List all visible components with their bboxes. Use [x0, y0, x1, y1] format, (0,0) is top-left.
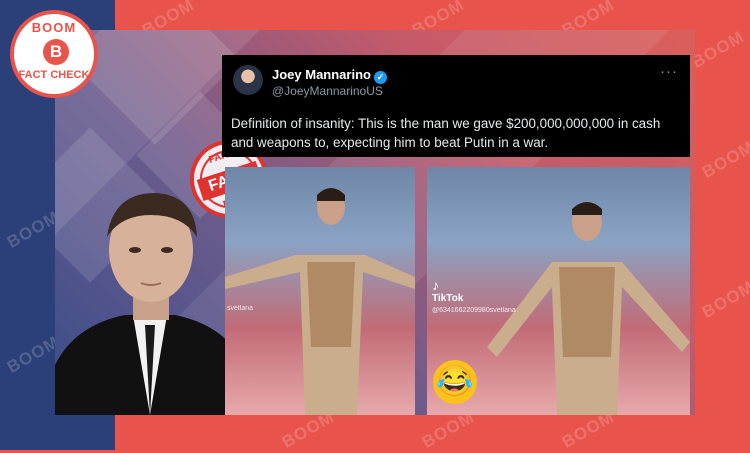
boom-fact-check-logo: BOOM B FACT CHECK	[10, 10, 98, 98]
video-still-left[interactable]: svetlana	[225, 167, 415, 415]
tweet-author-name-row[interactable]: Joey Mannarino ✓	[272, 67, 387, 84]
tweet-author-avatar[interactable]	[233, 65, 263, 95]
more-options-icon[interactable]: ···	[660, 63, 678, 80]
tweet-author-name[interactable]: Joey Mannarino	[272, 67, 371, 82]
tweet-text: Definition of insanity: This is the man …	[231, 116, 661, 150]
logo-b-icon: B	[43, 39, 69, 65]
video-still-right[interactable]: ♪ TikTok @6341662209980svetlana 😂	[427, 167, 690, 415]
tiktok-handle: @6341662209980svetlana	[432, 307, 516, 314]
tiktok-handle-left: svetlana	[227, 305, 254, 312]
laughing-face-icon: 😂	[433, 360, 477, 404]
tiktok-watermark: ♪ TikTok	[432, 277, 463, 304]
tweet-card[interactable]: Joey Mannarino ✓ @JoeyMannarinoUS ··· Def…	[222, 55, 690, 157]
tiktok-icon: ♪	[432, 277, 439, 293]
performer-figure-left	[225, 188, 415, 415]
verified-badge-icon: ✓	[373, 71, 387, 84]
tweet-author-handle[interactable]: @JoeyMannarinoUS	[272, 84, 383, 98]
logo-wordmark: BOOM	[31, 20, 77, 35]
logo-subtitle: FACT CHECK	[18, 69, 90, 81]
tiktok-label: TikTok	[432, 293, 464, 304]
